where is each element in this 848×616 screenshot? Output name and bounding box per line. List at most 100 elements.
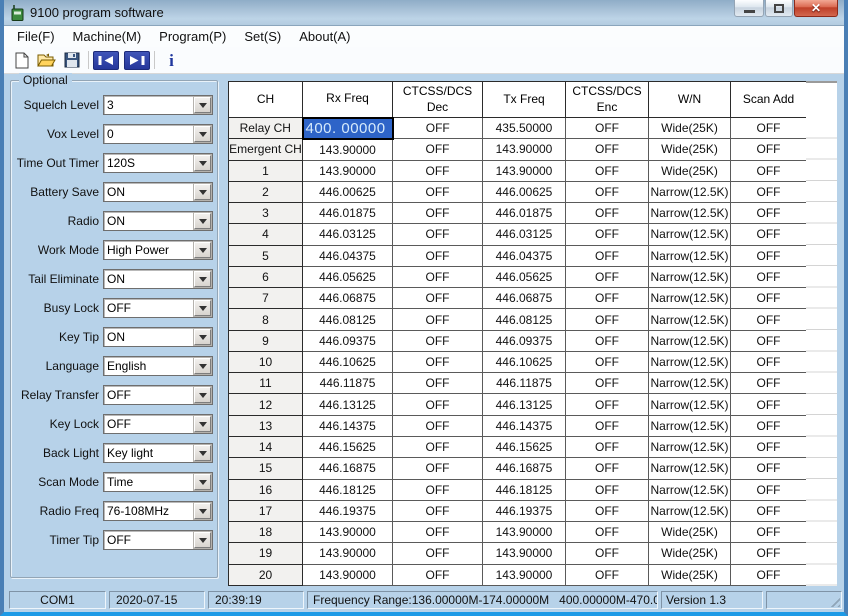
wn-cell[interactable]: Narrow(12.5K) bbox=[649, 330, 731, 351]
rx-freq-cell[interactable]: 446.14375 bbox=[303, 415, 393, 436]
channel-cell[interactable]: 4 bbox=[229, 224, 303, 245]
channel-cell[interactable]: Emergent CH bbox=[229, 139, 303, 160]
tx-freq-cell[interactable]: 446.06875 bbox=[483, 288, 566, 309]
tx-freq-cell[interactable]: 446.16875 bbox=[483, 458, 566, 479]
tx-freq-cell[interactable]: 446.03125 bbox=[483, 224, 566, 245]
rx-freq-cell[interactable]: 446.04375 bbox=[303, 245, 393, 266]
scan-add-cell[interactable]: OFF bbox=[731, 118, 807, 139]
tx-freq-cell[interactable]: 446.09375 bbox=[483, 330, 566, 351]
wn-cell[interactable]: Narrow(12.5K) bbox=[649, 415, 731, 436]
tx-freq-cell[interactable]: 435.50000 bbox=[483, 118, 566, 139]
dropdown-select[interactable]: OFF bbox=[103, 530, 213, 550]
rx-freq-cell[interactable]: 446.03125 bbox=[303, 224, 393, 245]
ctcss-enc-cell[interactable]: OFF bbox=[566, 351, 649, 372]
ctcss-enc-cell[interactable]: OFF bbox=[566, 436, 649, 457]
ctcss-enc-cell[interactable]: OFF bbox=[566, 139, 649, 160]
menu-item[interactable]: Machine(M) bbox=[64, 26, 151, 47]
tx-freq-cell[interactable]: 143.90000 bbox=[483, 522, 566, 543]
channel-cell[interactable]: 8 bbox=[229, 309, 303, 330]
dropdown-select[interactable]: Key light bbox=[103, 443, 213, 463]
dropdown-button[interactable] bbox=[194, 271, 211, 287]
dropdown-button[interactable] bbox=[194, 329, 211, 345]
scan-add-cell[interactable]: OFF bbox=[731, 224, 807, 245]
dropdown-select[interactable]: High Power bbox=[103, 240, 213, 260]
ctcss-enc-cell[interactable]: OFF bbox=[566, 266, 649, 287]
rx-freq-cell[interactable]: 143.90000 bbox=[303, 564, 393, 585]
channel-cell[interactable]: 17 bbox=[229, 500, 303, 521]
ctcss-dec-cell[interactable]: OFF bbox=[393, 458, 483, 479]
scan-add-cell[interactable]: OFF bbox=[731, 160, 807, 181]
ctcss-dec-cell[interactable]: OFF bbox=[393, 224, 483, 245]
rx-freq-cell[interactable]: 143.90000 bbox=[303, 139, 393, 160]
ctcss-enc-cell[interactable]: OFF bbox=[566, 203, 649, 224]
dropdown-select[interactable]: ON bbox=[103, 182, 213, 202]
wn-cell[interactable]: Narrow(12.5K) bbox=[649, 181, 731, 202]
ctcss-dec-cell[interactable]: OFF bbox=[393, 330, 483, 351]
channel-cell[interactable]: 6 bbox=[229, 266, 303, 287]
rx-freq-cell[interactable]: 143.90000 bbox=[303, 160, 393, 181]
ctcss-dec-cell[interactable]: OFF bbox=[393, 394, 483, 415]
wn-cell[interactable]: Narrow(12.5K) bbox=[649, 266, 731, 287]
dropdown-select[interactable]: OFF bbox=[103, 298, 213, 318]
rx-freq-cell[interactable]: 446.10625 bbox=[303, 351, 393, 372]
wn-cell[interactable]: Narrow(12.5K) bbox=[649, 500, 731, 521]
rx-freq-cell[interactable]: 446.13125 bbox=[303, 394, 393, 415]
tx-freq-cell[interactable]: 143.90000 bbox=[483, 160, 566, 181]
dropdown-button[interactable] bbox=[194, 387, 211, 403]
dropdown-select[interactable]: 76-108MHz bbox=[103, 501, 213, 521]
ctcss-enc-cell[interactable]: OFF bbox=[566, 160, 649, 181]
wn-cell[interactable]: Narrow(12.5K) bbox=[649, 458, 731, 479]
ctcss-enc-cell[interactable]: OFF bbox=[566, 415, 649, 436]
tx-freq-cell[interactable]: 446.19375 bbox=[483, 500, 566, 521]
ctcss-dec-cell[interactable]: OFF bbox=[393, 373, 483, 394]
dropdown-button[interactable] bbox=[194, 213, 211, 229]
ctcss-enc-cell[interactable]: OFF bbox=[566, 245, 649, 266]
dropdown-button[interactable] bbox=[194, 445, 211, 461]
channel-cell[interactable]: 14 bbox=[229, 436, 303, 457]
ctcss-dec-cell[interactable]: OFF bbox=[393, 500, 483, 521]
wn-cell[interactable]: Narrow(12.5K) bbox=[649, 436, 731, 457]
ctcss-enc-cell[interactable]: OFF bbox=[566, 309, 649, 330]
dropdown-button[interactable] bbox=[194, 126, 211, 142]
rx-freq-cell[interactable]: 446.15625 bbox=[303, 436, 393, 457]
close-button[interactable]: ✕ bbox=[794, 0, 838, 17]
dropdown-select[interactable]: 3 bbox=[103, 95, 213, 115]
scan-add-cell[interactable]: OFF bbox=[731, 415, 807, 436]
ctcss-enc-cell[interactable]: OFF bbox=[566, 458, 649, 479]
channel-cell[interactable]: Relay CH bbox=[229, 118, 303, 139]
tx-freq-cell[interactable]: 446.13125 bbox=[483, 394, 566, 415]
scan-add-cell[interactable]: OFF bbox=[731, 543, 807, 564]
scan-add-cell[interactable]: OFF bbox=[731, 436, 807, 457]
dropdown-button[interactable] bbox=[194, 242, 211, 258]
channel-cell[interactable]: 7 bbox=[229, 288, 303, 309]
dropdown-select[interactable]: Time bbox=[103, 472, 213, 492]
ctcss-enc-cell[interactable]: OFF bbox=[566, 543, 649, 564]
ctcss-dec-cell[interactable]: OFF bbox=[393, 415, 483, 436]
menu-item[interactable]: About(A) bbox=[290, 26, 359, 47]
dropdown-select[interactable]: ON bbox=[103, 269, 213, 289]
ctcss-enc-cell[interactable]: OFF bbox=[566, 479, 649, 500]
channel-cell[interactable]: 13 bbox=[229, 415, 303, 436]
rx-freq-cell[interactable]: 143.90000 bbox=[303, 543, 393, 564]
scan-add-cell[interactable]: OFF bbox=[731, 458, 807, 479]
dropdown-button[interactable] bbox=[194, 503, 211, 519]
tx-freq-cell[interactable]: 446.11875 bbox=[483, 373, 566, 394]
ctcss-enc-cell[interactable]: OFF bbox=[566, 522, 649, 543]
dropdown-button[interactable] bbox=[194, 155, 211, 171]
dropdown-button[interactable] bbox=[194, 97, 211, 113]
channel-cell[interactable]: 5 bbox=[229, 245, 303, 266]
scan-add-cell[interactable]: OFF bbox=[731, 479, 807, 500]
tx-freq-cell[interactable]: 446.05625 bbox=[483, 266, 566, 287]
write-to-radio-button[interactable] bbox=[124, 51, 150, 70]
ctcss-dec-cell[interactable]: OFF bbox=[393, 351, 483, 372]
open-file-button[interactable] bbox=[34, 49, 59, 72]
wn-cell[interactable]: Wide(25K) bbox=[649, 564, 731, 585]
scan-add-cell[interactable]: OFF bbox=[731, 373, 807, 394]
ctcss-dec-cell[interactable]: OFF bbox=[393, 245, 483, 266]
channel-cell[interactable]: 11 bbox=[229, 373, 303, 394]
dropdown-button[interactable] bbox=[194, 358, 211, 374]
ctcss-dec-cell[interactable]: OFF bbox=[393, 309, 483, 330]
ctcss-dec-cell[interactable]: OFF bbox=[393, 203, 483, 224]
wn-cell[interactable]: Narrow(12.5K) bbox=[649, 351, 731, 372]
ctcss-dec-cell[interactable]: OFF bbox=[393, 543, 483, 564]
